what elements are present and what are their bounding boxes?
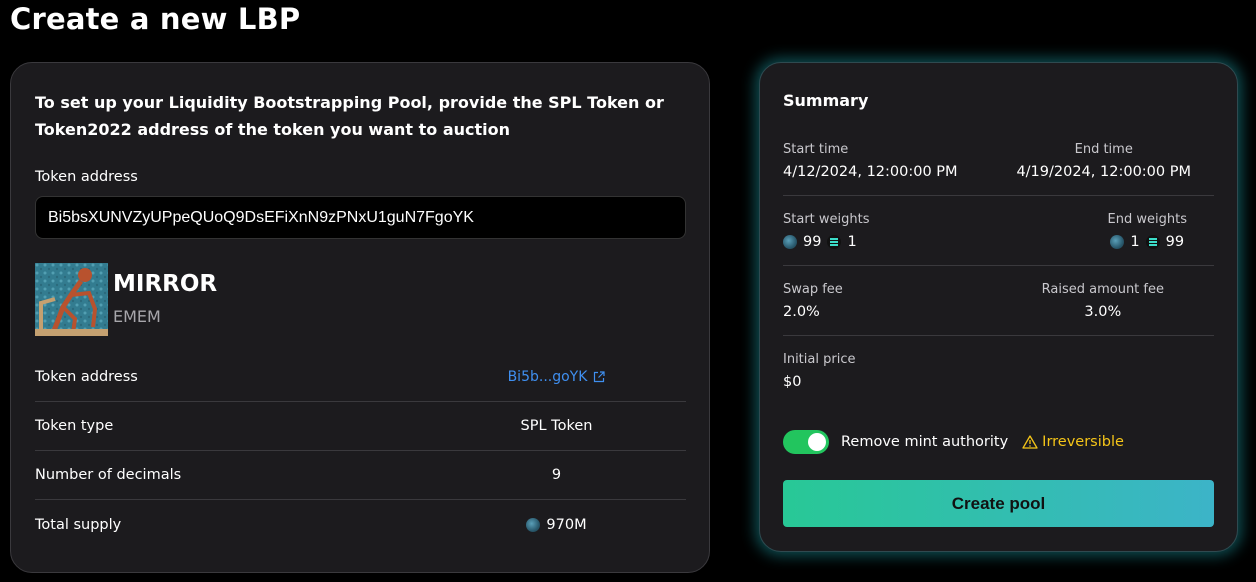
sol-coin-icon	[827, 235, 842, 249]
token-coin-icon	[526, 517, 541, 532]
row-label: Number of decimals	[35, 467, 182, 483]
row-label: Total supply	[35, 516, 122, 533]
token-info-table: Token address Bi5b...goYK Token type SPL…	[35, 353, 686, 549]
token-address-label: Token address	[35, 169, 138, 185]
time-row: Start time 4/12/2024, 12:00:00 PM End ti…	[783, 142, 1214, 180]
divider	[783, 335, 1214, 336]
toggle-knob	[808, 433, 826, 451]
start-time-label: Start time	[783, 142, 849, 157]
initial-price-label: Initial price	[783, 352, 856, 367]
token-address-row: Token address Bi5b...goYK	[35, 353, 686, 402]
end-time-label: End time	[1074, 142, 1133, 157]
start-weights-label: Start weights	[783, 212, 870, 227]
end-weight-token: 1	[1130, 234, 1140, 250]
raised-fee-value: 3.0%	[1084, 304, 1122, 320]
mint-authority-row: Remove mint authority Irreversible	[783, 430, 1124, 454]
token-image	[35, 263, 108, 336]
row-value: 9	[551, 467, 562, 483]
setup-intro-text: To set up your Liquidity Bootstrapping P…	[35, 93, 664, 139]
row-label: Token type	[35, 418, 114, 434]
swap-fee-label: Swap fee	[783, 282, 843, 297]
token-type-row: Token type SPL Token	[35, 402, 686, 451]
raised-fee-label: Raised amount fee	[1041, 282, 1164, 297]
create-pool-button[interactable]: Create pool	[783, 480, 1214, 527]
token-coin-icon	[1110, 235, 1125, 249]
divider	[783, 265, 1214, 266]
raised-fee-col: Raised amount fee 3.0%	[1042, 282, 1164, 320]
token-address-link[interactable]: Bi5b...goYK	[508, 369, 588, 385]
total-supply-value: 970M	[546, 516, 587, 533]
start-weight-sol: 1	[847, 234, 857, 250]
warning-text: Irreversible	[1042, 434, 1124, 450]
initial-price-col: Initial price $0	[783, 352, 855, 390]
token-address-input[interactable]	[35, 196, 686, 239]
remove-mint-authority-toggle[interactable]	[783, 430, 829, 454]
fees-row: Swap fee 2.0% Raised amount fee 3.0%	[783, 282, 1214, 320]
summary-title: Summary	[783, 91, 869, 110]
external-link-icon[interactable]	[593, 371, 606, 383]
divider	[783, 195, 1214, 196]
token-coin-icon	[783, 235, 797, 249]
start-weight-token: 99	[803, 234, 822, 250]
token-name: MIRROR	[113, 271, 218, 297]
token-symbol: EMEM	[113, 307, 161, 326]
row-label: Token address	[35, 369, 138, 385]
warning-triangle-icon	[1022, 435, 1038, 449]
remove-mint-authority-label: Remove mint authority	[841, 434, 1009, 450]
end-time-value: 4/19/2024, 12:00:00 PM	[1016, 164, 1191, 180]
sol-coin-icon	[1145, 235, 1160, 249]
swap-fee-col: Swap fee 2.0%	[783, 282, 843, 320]
end-time-col: End time 4/19/2024, 12:00:00 PM	[1016, 142, 1191, 180]
initial-price-row: Initial price $0	[783, 352, 1214, 390]
start-time-value: 4/12/2024, 12:00:00 PM	[783, 164, 958, 180]
total-supply-row: Total supply 970M	[35, 500, 686, 549]
end-weights-col: End weights 1 99	[1108, 212, 1187, 250]
swap-fee-value: 2.0%	[783, 304, 820, 320]
decimals-row: Number of decimals 9	[35, 451, 686, 500]
summary-card: Summary Start time 4/12/2024, 12:00:00 P…	[759, 62, 1238, 552]
end-weights-value: 1 99	[1110, 234, 1184, 250]
end-weights-label: End weights	[1107, 212, 1187, 227]
token-setup-card: To set up your Liquidity Bootstrapping P…	[10, 62, 710, 573]
weights-row: Start weights 99 1 End weights 1 99	[783, 212, 1214, 250]
start-time-col: Start time 4/12/2024, 12:00:00 PM	[783, 142, 958, 180]
row-value: 970M	[435, 517, 678, 533]
page-title: Create a new LBP	[10, 2, 301, 36]
initial-price-value: $0	[783, 374, 802, 390]
row-value: Bi5b...goYK	[435, 369, 678, 385]
end-weight-sol: 99	[1165, 234, 1185, 250]
irreversible-warning: Irreversible	[1022, 434, 1124, 450]
start-weights-value: 99 1	[783, 234, 870, 250]
start-weights-col: Start weights 99 1	[783, 212, 870, 250]
row-value: SPL Token	[520, 418, 593, 434]
